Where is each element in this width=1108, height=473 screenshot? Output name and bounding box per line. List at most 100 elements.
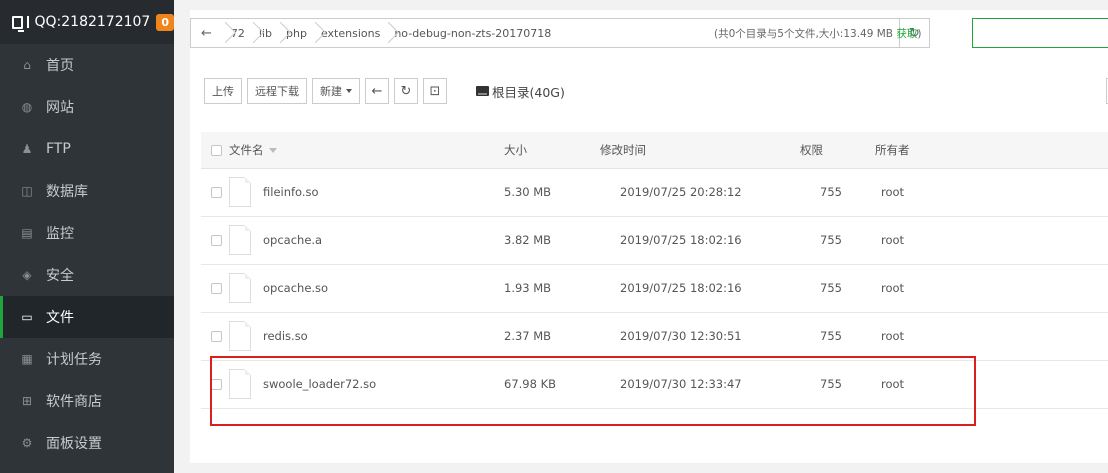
main-area: ← 72 lib php extensions no-debug-non-zts… xyxy=(174,0,1108,473)
column-header-mtime[interactable]: 修改时间 xyxy=(600,132,800,169)
row-checkbox[interactable] xyxy=(211,283,222,294)
remote-download-button[interactable]: 远程下载 xyxy=(247,78,307,104)
row-checkbox[interactable] xyxy=(211,331,222,342)
breadcrumb-item[interactable]: no-debug-non-zts-20170718 xyxy=(387,19,558,47)
sidebar-item-label: 软件商店 xyxy=(46,394,102,410)
row-checkbox-cell xyxy=(201,360,229,409)
file-mtime: 2019/07/25 18:02:16 xyxy=(600,216,800,265)
terminal-button[interactable]: ⊡ xyxy=(423,78,447,104)
file-size: 2.37 MB xyxy=(504,312,600,361)
file-owner[interactable]: root xyxy=(875,264,1108,313)
refresh-button[interactable]: ↻ xyxy=(394,78,418,104)
column-header-size[interactable]: 大小 xyxy=(504,132,600,169)
file-name[interactable]: opcache.a xyxy=(263,233,322,247)
new-button-label: 新建 xyxy=(320,85,342,98)
sidebar-item-database[interactable]: ◫ 数据库 xyxy=(0,170,174,212)
sidebar-item-label: 网站 xyxy=(46,100,74,116)
logo-bar-icon xyxy=(27,16,29,28)
file-mtime: 2019/07/30 12:30:51 xyxy=(600,312,800,361)
file-perm[interactable]: 755 xyxy=(800,312,875,361)
globe-icon: ◍ xyxy=(21,100,33,114)
select-all-checkbox[interactable] xyxy=(211,144,222,156)
sidebar-item-files[interactable]: ▭ 文件 xyxy=(0,296,174,338)
calendar-icon: ▦ xyxy=(21,352,33,366)
column-header-name[interactable]: 文件名 xyxy=(229,132,504,169)
new-dropdown-button[interactable]: 新建 xyxy=(312,78,360,104)
directory-summary-end: ) xyxy=(917,28,922,40)
breadcrumb-item[interactable]: extensions xyxy=(314,19,387,47)
column-header-owner[interactable]: 所有者 xyxy=(875,132,1108,169)
row-checkbox[interactable] xyxy=(211,379,222,390)
file-name-cell[interactable]: swoole_loader72.so xyxy=(229,360,504,409)
row-checkbox-cell xyxy=(201,264,229,313)
row-checkbox[interactable] xyxy=(211,187,222,198)
hard-drive-icon xyxy=(476,86,489,96)
file-icon xyxy=(229,225,251,255)
file-size: 67.98 KB xyxy=(504,360,600,409)
file-owner[interactable]: root xyxy=(875,360,1108,409)
get-size-link[interactable]: 获取 xyxy=(896,28,917,40)
table-header-row: 文件名 大小 修改时间 权限 所有者 xyxy=(201,132,1108,169)
select-all-cell xyxy=(201,132,229,169)
table-row[interactable]: fileinfo.so 5.30 MB 2019/07/25 20:28:12 … xyxy=(201,168,1108,217)
sidebar-item-label: 文件 xyxy=(46,310,74,326)
file-perm[interactable]: 755 xyxy=(800,264,875,313)
table-row[interactable]: swoole_loader72.so 67.98 KB 2019/07/30 1… xyxy=(201,360,1108,409)
file-name[interactable]: opcache.so xyxy=(263,281,328,295)
table-row[interactable]: redis.so 2.37 MB 2019/07/30 12:30:51 755… xyxy=(201,312,1108,361)
file-perm[interactable]: 755 xyxy=(800,168,875,217)
gear-icon: ⚙ xyxy=(21,436,33,450)
file-perm[interactable]: 755 xyxy=(800,216,875,265)
upload-button[interactable]: 上传 xyxy=(204,78,242,104)
table-row[interactable]: opcache.so 1.93 MB 2019/07/25 18:02:16 7… xyxy=(201,264,1108,313)
row-checkbox[interactable] xyxy=(211,235,222,246)
file-name-cell[interactable]: redis.so xyxy=(229,312,504,361)
upload-button-label: 上传 xyxy=(212,85,234,98)
sidebar: QQ:2182172107 0 ⌂ 首页 ◍ 网站 ♟ FTP ◫ 数据库 ▤ 监控 ◈ 安… xyxy=(0,0,174,473)
file-name[interactable]: fileinfo.so xyxy=(263,185,319,199)
root-disk-indicator[interactable]: 根目录(40G) xyxy=(476,82,565,101)
row-checkbox-cell xyxy=(201,312,229,361)
sidebar-item-website[interactable]: ◍ 网站 xyxy=(0,86,174,128)
file-icon xyxy=(229,321,251,351)
column-header-perm[interactable]: 权限 xyxy=(800,132,875,169)
file-name-cell[interactable]: opcache.so xyxy=(229,264,504,313)
chevron-down-icon xyxy=(346,89,352,93)
terminal-icon: ⊡ xyxy=(429,83,441,99)
file-name-cell[interactable]: fileinfo.so xyxy=(229,168,504,217)
table-row[interactable]: opcache.a 3.82 MB 2019/07/25 18:02:16 75… xyxy=(201,216,1108,265)
file-toolbar: 上传 远程下载 新建 ← ↻ ⊡ 根目录(40G) xyxy=(204,78,565,104)
file-size: 1.93 MB xyxy=(504,264,600,313)
brand-header[interactable]: QQ:2182172107 0 xyxy=(0,0,174,44)
search-input[interactable] xyxy=(972,18,1108,48)
remote-download-label: 远程下载 xyxy=(255,85,299,98)
sidebar-item-app-store[interactable]: ⊞ 软件商店 xyxy=(0,380,174,422)
file-owner[interactable]: root xyxy=(875,168,1108,217)
shield-icon: ◈ xyxy=(22,268,32,282)
apps-icon: ⊞ xyxy=(21,394,33,408)
column-header-perm-label: 权限 xyxy=(800,142,823,157)
directory-summary-text: (共0个目录与5个文件,大小:13.49 MB xyxy=(714,28,897,40)
file-size: 5.30 MB xyxy=(504,168,600,217)
file-name[interactable]: redis.so xyxy=(263,329,308,343)
sidebar-item-settings[interactable]: ⚙ 面板设置 xyxy=(0,422,174,464)
brand-title: QQ:2182172107 xyxy=(34,14,151,30)
notification-badge[interactable]: 0 xyxy=(156,13,174,31)
file-name-cell[interactable]: opcache.a xyxy=(229,216,504,265)
file-icon xyxy=(229,177,251,207)
sidebar-item-label: 安全 xyxy=(46,268,74,284)
sidebar-item-monitor[interactable]: ▤ 监控 xyxy=(0,212,174,254)
file-perm[interactable]: 755 xyxy=(800,360,875,409)
sidebar-item-cron[interactable]: ▦ 计划任务 xyxy=(0,338,174,380)
file-owner[interactable]: root xyxy=(875,312,1108,361)
file-owner[interactable]: root xyxy=(875,216,1108,265)
file-size: 3.82 MB xyxy=(504,216,600,265)
sidebar-item-security[interactable]: ◈ 安全 xyxy=(0,254,174,296)
file-name[interactable]: swoole_loader72.so xyxy=(263,377,376,391)
folder-icon: ▭ xyxy=(21,310,33,324)
file-icon xyxy=(229,273,251,303)
sidebar-item-ftp[interactable]: ♟ FTP xyxy=(0,128,174,170)
sort-down-icon[interactable] xyxy=(268,147,277,153)
sidebar-item-home[interactable]: ⌂ 首页 xyxy=(0,44,174,86)
back-button[interactable]: ← xyxy=(365,78,389,104)
